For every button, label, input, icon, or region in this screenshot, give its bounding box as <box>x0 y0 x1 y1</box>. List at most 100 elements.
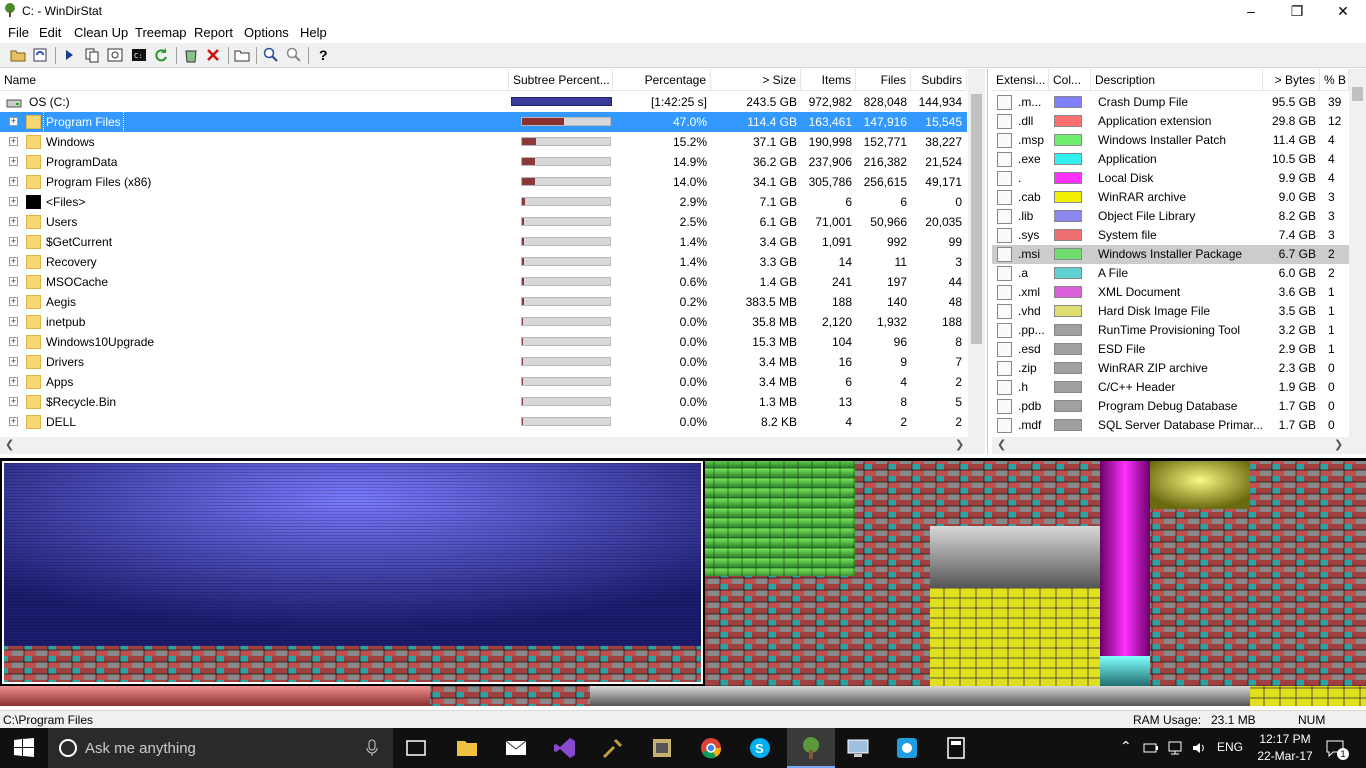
column-header-extension[interactable]: Extensi... <box>992 69 1049 91</box>
tree-row[interactable]: + ProgramData 14.9% 36.2 GB 237,906 216,382 21… <box>0 152 967 172</box>
expand-button[interactable]: + <box>9 277 18 286</box>
close-button[interactable]: ✕ <box>1320 0 1366 22</box>
expand-button[interactable]: + <box>9 297 18 306</box>
clock-date[interactable]: 22-Mar-17 <box>1253 749 1317 763</box>
column-header-subdirs[interactable]: Subdirs <box>911 69 967 91</box>
ext-vertical-scrollbar[interactable] <box>1349 69 1366 437</box>
ext-horizontal-scrollbar[interactable]: ❮ ❯ <box>992 437 1366 454</box>
extension-row[interactable]: .dll Application extension 29.8 GB 12 <box>992 112 1349 131</box>
tree-row[interactable]: + <Files> 2.9% 7.1 GB 6 6 0 <box>0 192 967 212</box>
menu-treemap[interactable]: Treemap <box>135 25 187 40</box>
mail-icon[interactable] <box>504 736 528 760</box>
column-header-bytes[interactable]: > Bytes <box>1263 69 1320 91</box>
column-header-name[interactable]: Name <box>0 69 509 91</box>
tree-row[interactable]: + Windows 15.2% 37.1 GB 190,998 152,771 38,227 <box>0 132 967 152</box>
delete-icon[interactable] <box>204 46 222 64</box>
tree-row[interactable]: + Aegis 0.2% 383.5 MB 188 140 48 <box>0 292 967 312</box>
expand-button[interactable]: + <box>9 397 18 406</box>
menu-help[interactable]: Help <box>300 25 327 40</box>
clock-time[interactable]: 12:17 PM <box>1257 732 1313 746</box>
extension-row[interactable]: .msi Windows Installer Package 6.7 GB 2 <box>992 245 1349 264</box>
expand-button[interactable]: + <box>9 237 18 246</box>
extension-row[interactable]: .sys System file 7.4 GB 3 <box>992 226 1349 245</box>
tree-horizontal-scrollbar[interactable]: ❮ ❯ <box>0 437 968 454</box>
extension-row[interactable]: .m... Crash Dump File 95.5 GB 39 <box>992 93 1349 112</box>
extension-row[interactable]: .msp Windows Installer Patch 11.4 GB 4 <box>992 131 1349 150</box>
remote-desktop-icon[interactable] <box>846 736 870 760</box>
column-header-color[interactable]: Col... <box>1049 69 1091 91</box>
expand-button[interactable]: + <box>9 337 18 346</box>
column-header-percentage[interactable]: Percentage <box>613 69 711 91</box>
extension-row[interactable]: .cab WinRAR archive 9.0 GB 3 <box>992 188 1349 207</box>
expand-button[interactable]: + <box>9 197 18 206</box>
expand-button[interactable]: + <box>9 417 18 426</box>
expand-button[interactable]: + <box>9 317 18 326</box>
tools-icon[interactable] <box>601 736 625 760</box>
tree-row[interactable]: + DELL 0.0% 8.2 KB 4 2 2 <box>0 412 967 432</box>
expand-button[interactable]: + <box>9 257 18 266</box>
expand-button[interactable]: + <box>9 137 18 146</box>
extension-row[interactable]: .h C/C++ Header 1.9 GB 0 <box>992 378 1349 397</box>
tray-chevron-icon[interactable]: ⌃ <box>1120 738 1132 755</box>
column-header-files[interactable]: Files <box>856 69 911 91</box>
recycle-bin-icon[interactable] <box>182 46 200 64</box>
extension-row[interactable]: . Local Disk 9.9 GB 4 <box>992 169 1349 188</box>
tree-row[interactable]: + inetpub 0.0% 35.8 MB 2,120 1,932 188 <box>0 312 967 332</box>
menu-options[interactable]: Options <box>244 25 289 40</box>
battery-icon[interactable] <box>1143 741 1159 755</box>
treemap[interactable] <box>0 458 1366 706</box>
expand-button[interactable]: + <box>9 217 18 226</box>
tree-row[interactable]: + Recovery 1.4% 3.3 GB 14 11 3 <box>0 252 967 272</box>
explorer-icon[interactable] <box>106 46 124 64</box>
task-view-icon[interactable] <box>404 736 428 760</box>
column-header-percent-bytes[interactable]: % B <box>1320 69 1349 91</box>
extension-row[interactable]: .zip WinRAR ZIP archive 2.3 GB 0 <box>992 359 1349 378</box>
tree-row[interactable]: + MSOCache 0.6% 1.4 GB 241 197 44 <box>0 272 967 292</box>
expand-button[interactable]: + <box>9 377 18 386</box>
play-icon[interactable] <box>60 46 78 64</box>
extension-row[interactable]: .lib Object File Library 8.2 GB 3 <box>992 207 1349 226</box>
extension-row[interactable]: .xml XML Document 3.6 GB 1 <box>992 283 1349 302</box>
column-header-subtree-percent[interactable]: Subtree Percent... <box>509 69 613 91</box>
windirstat-taskbar-button[interactable] <box>787 728 835 768</box>
new-folder-icon[interactable] <box>233 46 251 64</box>
sql-server-icon[interactable] <box>650 736 674 760</box>
minimize-button[interactable]: – <box>1228 0 1274 22</box>
zoom-out-icon[interactable] <box>285 46 303 64</box>
column-header-size[interactable]: > Size <box>711 69 801 91</box>
app-blue-icon[interactable] <box>895 736 919 760</box>
visual-studio-icon[interactable] <box>553 736 577 760</box>
copy-icon[interactable] <box>83 46 101 64</box>
tree-row[interactable]: + $Recycle.Bin 0.0% 1.3 MB 13 8 5 <box>0 392 967 412</box>
extension-row[interactable]: .vhd Hard Disk Image File 3.5 GB 1 <box>992 302 1349 321</box>
chrome-icon[interactable] <box>699 736 723 760</box>
menu-file[interactable]: File <box>8 25 29 40</box>
expand-button[interactable]: + <box>9 117 18 126</box>
language-indicator[interactable]: ENG <box>1217 740 1243 754</box>
microphone-icon[interactable] <box>366 739 378 757</box>
extension-row[interactable]: .mdf SQL Server Database Primar... 1.7 GB 0 <box>992 416 1349 435</box>
extension-row[interactable]: .pdb Program Debug Database 1.7 GB 0 <box>992 397 1349 416</box>
volume-icon[interactable] <box>1191 740 1207 756</box>
command-prompt-icon[interactable]: C: <box>130 46 148 64</box>
tree-row[interactable]: + $GetCurrent 1.4% 3.4 GB 1,091 992 99 <box>0 232 967 252</box>
expand-button[interactable]: + <box>9 157 18 166</box>
tree-vertical-scrollbar[interactable] <box>968 69 985 454</box>
extension-row[interactable]: .esd ESD File 2.9 GB 1 <box>992 340 1349 359</box>
refresh-icon[interactable] <box>152 46 170 64</box>
tree-row-root[interactable]: OS (C:) [1:42:25 s] 243.5 GB 972,982 828… <box>0 92 967 112</box>
tree-row[interactable]: + Windows10Upgrade 0.0% 15.3 MB 104 96 8 <box>0 332 967 352</box>
extension-row[interactable]: .a A File 6.0 GB 2 <box>992 264 1349 283</box>
expand-button[interactable]: + <box>9 177 18 186</box>
tree-row[interactable]: + Users 2.5% 6.1 GB 71,001 50,966 20,035 <box>0 212 967 232</box>
zoom-in-icon[interactable] <box>262 46 280 64</box>
network-icon[interactable] <box>1167 740 1183 756</box>
windows-start-icon[interactable] <box>12 736 36 760</box>
cortana-search-box[interactable]: Ask me anything <box>48 728 393 768</box>
tree-row[interactable]: + Apps 0.0% 3.4 MB 6 4 2 <box>0 372 967 392</box>
tree-row[interactable]: + Drivers 0.0% 3.4 MB 16 9 7 <box>0 352 967 372</box>
expand-button[interactable]: + <box>9 357 18 366</box>
extension-row[interactable]: .exe Application 10.5 GB 4 <box>992 150 1349 169</box>
skype-icon[interactable]: S <box>748 736 772 760</box>
open-icon[interactable] <box>9 46 27 64</box>
